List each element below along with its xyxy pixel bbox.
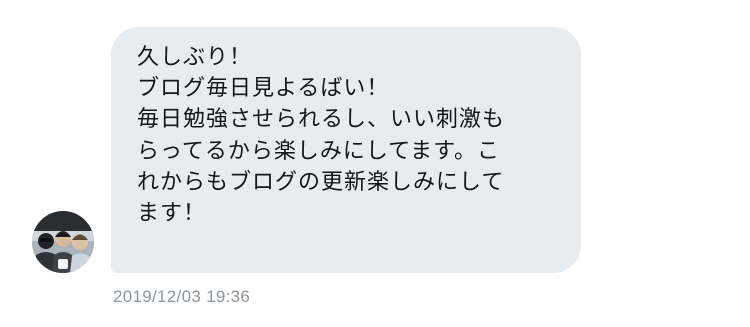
message-line: 毎日勉強させられるし、いい刺激も bbox=[137, 107, 506, 133]
message-line: ブログ毎日見よるばい！ bbox=[137, 76, 390, 102]
message-line: らってるから楽しみにしてます。こ bbox=[137, 138, 500, 164]
message-timestamp: 2019/12/03 19:36 bbox=[113, 287, 251, 306]
message-line: ます！ bbox=[137, 201, 207, 227]
message-line: れからもブログの更新楽しみにして bbox=[137, 169, 505, 195]
dm-conversation: 久しぶり！ ブログ毎日見よるばい！ 毎日勉強させられるし、いい刺激も らってるか… bbox=[0, 0, 750, 327]
message-line: 久しぶり！ bbox=[137, 45, 253, 70]
group-photo-avatar-icon bbox=[32, 211, 94, 273]
message-text: 久しぶり！ ブログ毎日見よるばい！ 毎日勉強させられるし、いい刺激も らってるか… bbox=[137, 42, 555, 229]
message-bubble[interactable]: 久しぶり！ ブログ毎日見よるばい！ 毎日勉強させられるし、いい刺激も らってるか… bbox=[111, 27, 581, 273]
sender-avatar[interactable] bbox=[32, 211, 94, 273]
